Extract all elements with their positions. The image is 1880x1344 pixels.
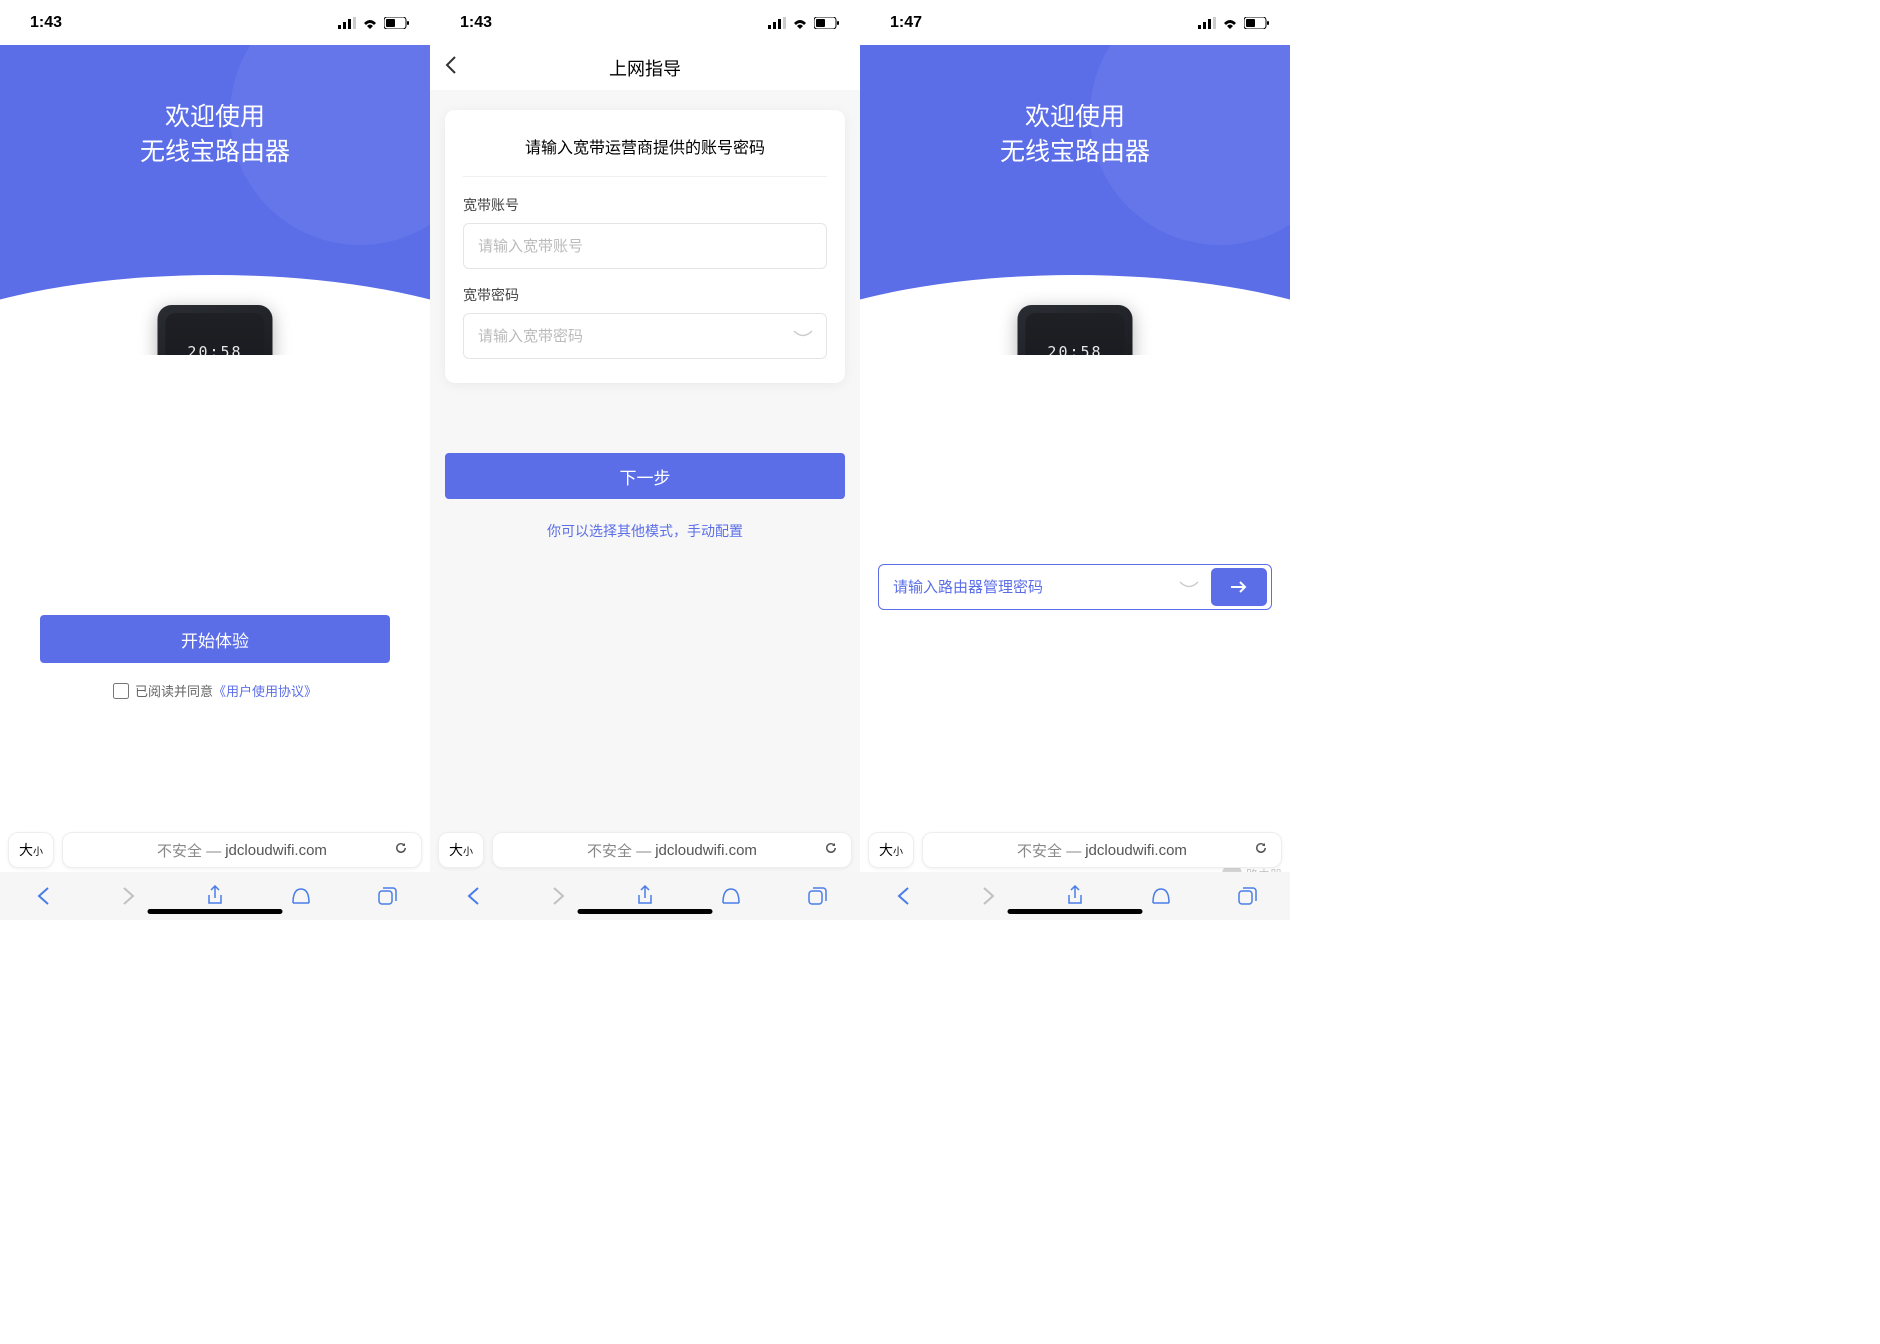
admin-password-field — [878, 564, 1272, 610]
battery-icon — [384, 17, 410, 29]
address-bar[interactable]: 不安全 — jdcloudwifi.com — [922, 832, 1282, 868]
wifi-icon — [792, 17, 808, 29]
admin-password-input[interactable] — [879, 565, 1179, 609]
status-time: 1:43 — [30, 14, 62, 32]
status-icons — [338, 17, 410, 29]
start-experience-button[interactable]: 开始体验 — [40, 615, 390, 663]
browser-url-bar: 大小 不安全 — jdcloudwifi.com — [430, 828, 860, 872]
text-size-button[interactable]: 大小 — [8, 832, 54, 868]
device-clock: 20:58 — [158, 343, 273, 355]
url-text: jdcloudwifi.com — [1085, 842, 1187, 859]
tabs-icon[interactable] — [1227, 876, 1267, 916]
battery-icon — [814, 17, 840, 29]
router-device-image: 20:58 — [1018, 305, 1133, 355]
nav-header: 上网指导 — [430, 45, 860, 90]
reload-icon[interactable] — [823, 840, 839, 860]
screen-login: 1:47 欢迎使用 无线宝路由器 20:58 路由器 — [860, 0, 1290, 920]
back-button[interactable] — [883, 876, 923, 916]
hero-title-line1: 欢迎使用 — [860, 100, 1290, 135]
page-title: 上网指导 — [609, 55, 681, 81]
status-time: 1:47 — [890, 14, 922, 32]
browser-url-bar: 大小 不安全 — jdcloudwifi.com — [860, 828, 1290, 872]
arrow-right-icon — [1229, 580, 1249, 594]
hero-title-line2: 无线宝路由器 — [860, 135, 1290, 170]
card-title: 请输入宽带运营商提供的账号密码 — [463, 134, 827, 177]
status-bar: 1:47 — [860, 0, 1290, 45]
router-device-image: 20:58 — [158, 305, 273, 355]
browser-url-bar: 大小 不安全 — jdcloudwifi.com — [0, 828, 430, 872]
url-text: jdcloudwifi.com — [225, 842, 327, 859]
security-label: 不安全 — — [587, 840, 651, 861]
address-bar[interactable]: 不安全 — jdcloudwifi.com — [62, 832, 422, 868]
wifi-icon — [1222, 17, 1238, 29]
user-agreement-link[interactable]: 《用户使用协议》 — [213, 681, 317, 700]
cellular-icon — [338, 17, 356, 29]
status-bar: 1:43 — [430, 0, 860, 45]
url-text: jdcloudwifi.com — [655, 842, 757, 859]
back-chevron-icon[interactable] — [445, 54, 457, 82]
eye-closed-icon[interactable] — [1179, 578, 1199, 596]
status-bar: 1:43 — [0, 0, 430, 45]
broadband-form-card: 请输入宽带运营商提供的账号密码 宽带账号 宽带密码 — [445, 110, 845, 383]
battery-icon — [1244, 17, 1270, 29]
broadband-password-input[interactable] — [463, 313, 827, 359]
screen-welcome: 1:43 欢迎使用 无线宝路由器 20:58 开始体验 已阅读并同意 《用户使用… — [0, 0, 430, 920]
manual-config-link[interactable]: 你可以选择其他模式，手动配置 — [445, 521, 845, 541]
submit-arrow-button[interactable] — [1211, 568, 1267, 606]
welcome-hero: 欢迎使用 无线宝路由器 20:58 — [860, 45, 1290, 355]
hero-title-line1: 欢迎使用 — [0, 100, 430, 135]
forward-button[interactable] — [109, 876, 149, 916]
wifi-icon — [362, 17, 378, 29]
back-button[interactable] — [23, 876, 63, 916]
device-clock: 20:58 — [1018, 343, 1133, 355]
home-indicator[interactable] — [578, 909, 713, 914]
forward-button[interactable] — [539, 876, 579, 916]
cellular-icon — [768, 17, 786, 29]
bookmarks-icon[interactable] — [711, 876, 751, 916]
security-label: 不安全 — — [1017, 840, 1081, 861]
bookmarks-icon[interactable] — [281, 876, 321, 916]
password-label: 宽带密码 — [463, 285, 827, 305]
back-button[interactable] — [453, 876, 493, 916]
bookmarks-icon[interactable] — [1141, 876, 1181, 916]
tabs-icon[interactable] — [797, 876, 837, 916]
home-indicator[interactable] — [148, 909, 283, 914]
status-icons — [1198, 17, 1270, 29]
hero-title-line2: 无线宝路由器 — [0, 135, 430, 170]
account-label: 宽带账号 — [463, 195, 827, 215]
text-size-button[interactable]: 大小 — [868, 832, 914, 868]
address-bar[interactable]: 不安全 — jdcloudwifi.com — [492, 832, 852, 868]
security-label: 不安全 — — [157, 840, 221, 861]
reload-icon[interactable] — [1253, 840, 1269, 860]
next-step-button[interactable]: 下一步 — [445, 453, 845, 499]
home-indicator[interactable] — [1008, 909, 1143, 914]
screen-setup-guide: 1:43 上网指导 请输入宽带运营商提供的账号密码 宽带账号 宽带密码 下一步 … — [430, 0, 860, 920]
agree-text: 已阅读并同意 — [135, 681, 213, 700]
forward-button[interactable] — [969, 876, 1009, 916]
reload-icon[interactable] — [393, 840, 409, 860]
broadband-account-input[interactable] — [463, 223, 827, 269]
status-icons — [768, 17, 840, 29]
tabs-icon[interactable] — [367, 876, 407, 916]
eye-closed-icon[interactable] — [793, 327, 813, 345]
status-time: 1:43 — [460, 14, 492, 32]
cellular-icon — [1198, 17, 1216, 29]
welcome-hero: 欢迎使用 无线宝路由器 20:58 — [0, 45, 430, 355]
agree-checkbox[interactable] — [113, 683, 129, 699]
text-size-button[interactable]: 大小 — [438, 832, 484, 868]
